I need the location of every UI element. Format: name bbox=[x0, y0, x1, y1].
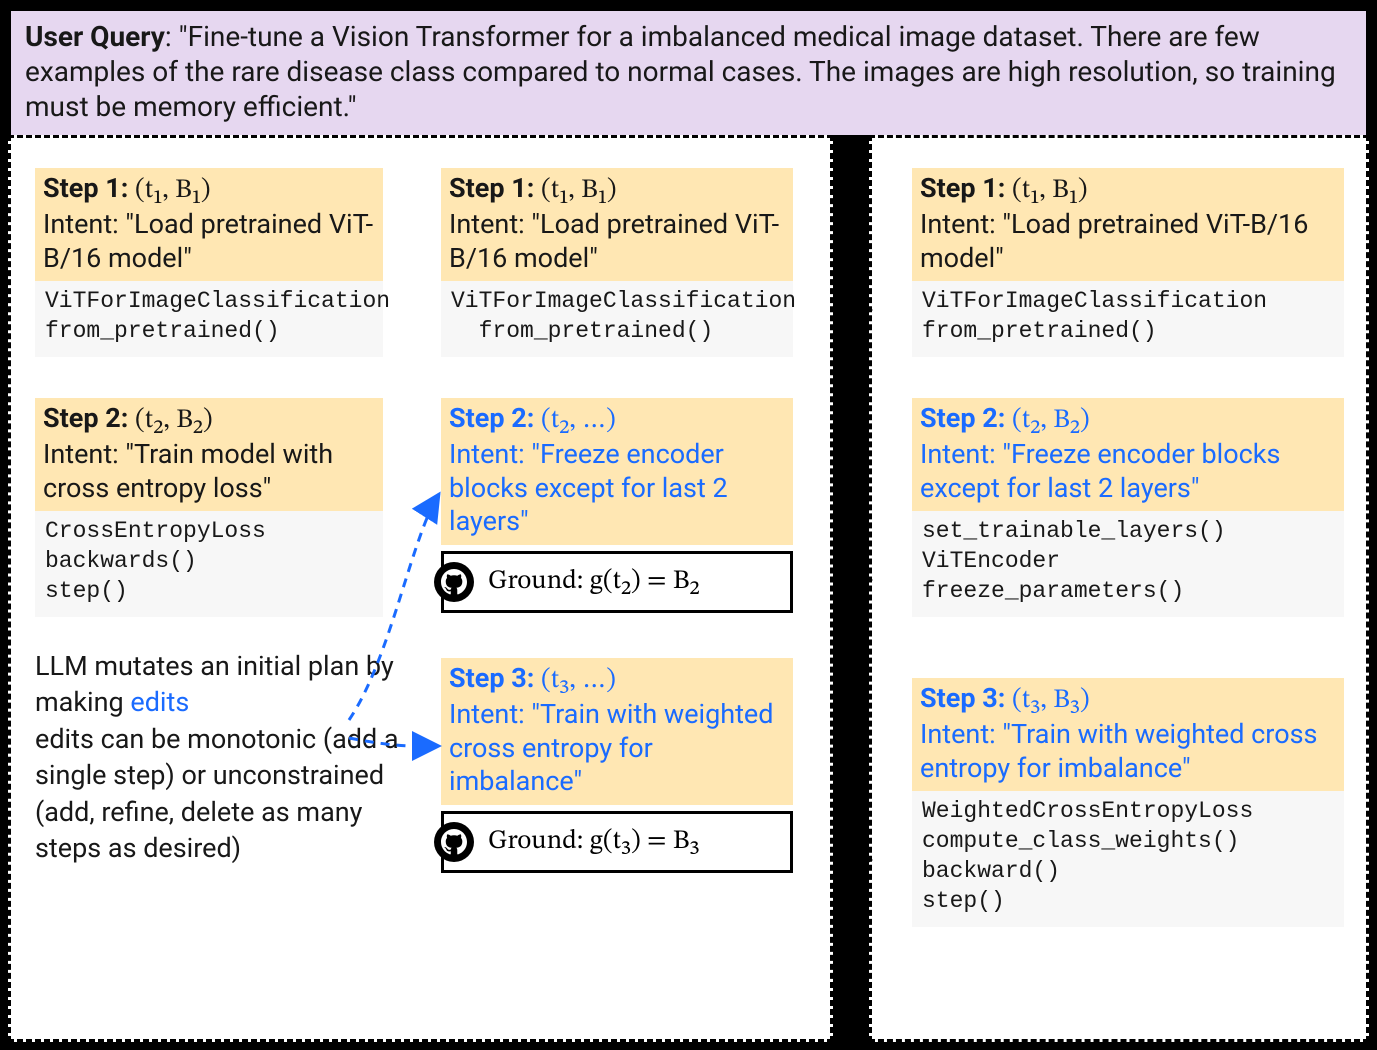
github-icon bbox=[434, 562, 474, 602]
github-icon bbox=[434, 822, 474, 862]
code-block: set_trainable_layers() ViTEncoder freeze… bbox=[912, 511, 1344, 617]
step-head: Step 3: (t₃, …) Intent: "Train with weig… bbox=[441, 658, 793, 805]
step-head: Step 2: (t₂, …) Intent: "Freeze encoder … bbox=[441, 398, 793, 545]
right-panel: Step 1: (t₁, B₁) Intent: "Load pretraine… bbox=[869, 135, 1369, 1042]
right-step3: Step 3: (t₃, B₃) Intent: "Train with wei… bbox=[912, 678, 1344, 927]
step-math: (t₃, B₃) bbox=[1012, 687, 1090, 714]
intent-prefix: Intent: bbox=[920, 718, 1002, 750]
step-head: Step 2: (t₂, B₂) Intent: "Train model wi… bbox=[35, 398, 383, 511]
step-head: Step 1: (t₁, B₁) Intent: "Load pretraine… bbox=[441, 168, 793, 281]
user-query-label: User Query bbox=[25, 20, 165, 53]
ground-box: Ground: g(t₂) = B₂ bbox=[441, 551, 793, 613]
intent-prefix: Intent: bbox=[449, 698, 531, 730]
step-math: (t₂, B₂) bbox=[135, 407, 213, 434]
step-math: (t₃, …) bbox=[541, 667, 616, 694]
step-math: (t₁, B₁) bbox=[541, 177, 616, 204]
mutation-text: LLM mutates an initial plan by making ed… bbox=[35, 648, 405, 867]
ground-box: Ground: g(t₃) = B₃ bbox=[441, 811, 793, 873]
left-panel: Step 1: (t₁, B₁) Intent: "Load pretraine… bbox=[8, 135, 833, 1042]
ground-text: Ground: g(t₃) = B₃ bbox=[488, 825, 700, 859]
step-math: (t₁, B₁) bbox=[135, 177, 210, 204]
intent-prefix: Intent: bbox=[449, 438, 531, 470]
step-head: Step 2: (t₂, B₂) Intent: "Freeze encoder… bbox=[912, 398, 1344, 511]
step-label: Step 2: bbox=[920, 402, 1005, 434]
intent-prefix: Intent: bbox=[43, 438, 125, 470]
intent-prefix: Intent: bbox=[43, 208, 125, 240]
right-step1: Step 1: (t₁, B₁) Intent: "Load pretraine… bbox=[912, 168, 1344, 357]
code-block: ViTForImageClassification from_pretraine… bbox=[912, 281, 1344, 357]
colA-step1: Step 1: (t₁, B₁) Intent: "Load pretraine… bbox=[35, 168, 383, 357]
step-math: (t₂, …) bbox=[541, 407, 616, 434]
step-math: (t₂, B₂) bbox=[1012, 407, 1090, 434]
intent-prefix: Intent: bbox=[920, 438, 1002, 470]
step-label: Step 2: bbox=[43, 402, 128, 434]
step-head: Step 1: (t₁, B₁) Intent: "Load pretraine… bbox=[35, 168, 383, 281]
code-block: WeightedCrossEntropyLoss compute_class_w… bbox=[912, 791, 1344, 927]
colB-step1: Step 1: (t₁, B₁) Intent: "Load pretraine… bbox=[441, 168, 793, 357]
colA-step2: Step 2: (t₂, B₂) Intent: "Train model wi… bbox=[35, 398, 383, 617]
step-head: Step 3: (t₃, B₃) Intent: "Train with wei… bbox=[912, 678, 1344, 791]
step-label: Step 2: bbox=[449, 402, 534, 434]
code-block: CrossEntropyLoss backwards() step() bbox=[35, 511, 383, 617]
edits-word: edits bbox=[130, 686, 189, 718]
user-query-box: User Query: "Fine-tune a Vision Transfor… bbox=[8, 8, 1369, 139]
code-block: ViTForImageClassification from_pretraine… bbox=[35, 281, 383, 357]
diagram-shell: Step 1: (t₁, B₁) Intent: "Load pretraine… bbox=[8, 135, 1369, 1042]
code-block: ViTForImageClassification from_pretraine… bbox=[441, 281, 793, 357]
step-label: Step 1: bbox=[449, 172, 534, 204]
step-head: Step 1: (t₁, B₁) Intent: "Load pretraine… bbox=[912, 168, 1344, 281]
right-step2: Step 2: (t₂, B₂) Intent: "Freeze encoder… bbox=[912, 398, 1344, 617]
step-label: Step 1: bbox=[43, 172, 128, 204]
colB-step3: Step 3: (t₃, …) Intent: "Train with weig… bbox=[441, 658, 793, 873]
user-query-text: "Fine-tune a Vision Transformer for a im… bbox=[25, 20, 1336, 123]
step-label: Step 3: bbox=[920, 682, 1005, 714]
ground-text: Ground: g(t₂) = B₂ bbox=[488, 565, 700, 599]
step-label: Step 1: bbox=[920, 172, 1005, 204]
intent-prefix: Intent: bbox=[449, 208, 531, 240]
step-label: Step 3: bbox=[449, 662, 534, 694]
colB-step2: Step 2: (t₂, …) Intent: "Freeze encoder … bbox=[441, 398, 793, 613]
step-math: (t₁, B₁) bbox=[1012, 177, 1087, 204]
intent-prefix: Intent: bbox=[920, 208, 1002, 240]
